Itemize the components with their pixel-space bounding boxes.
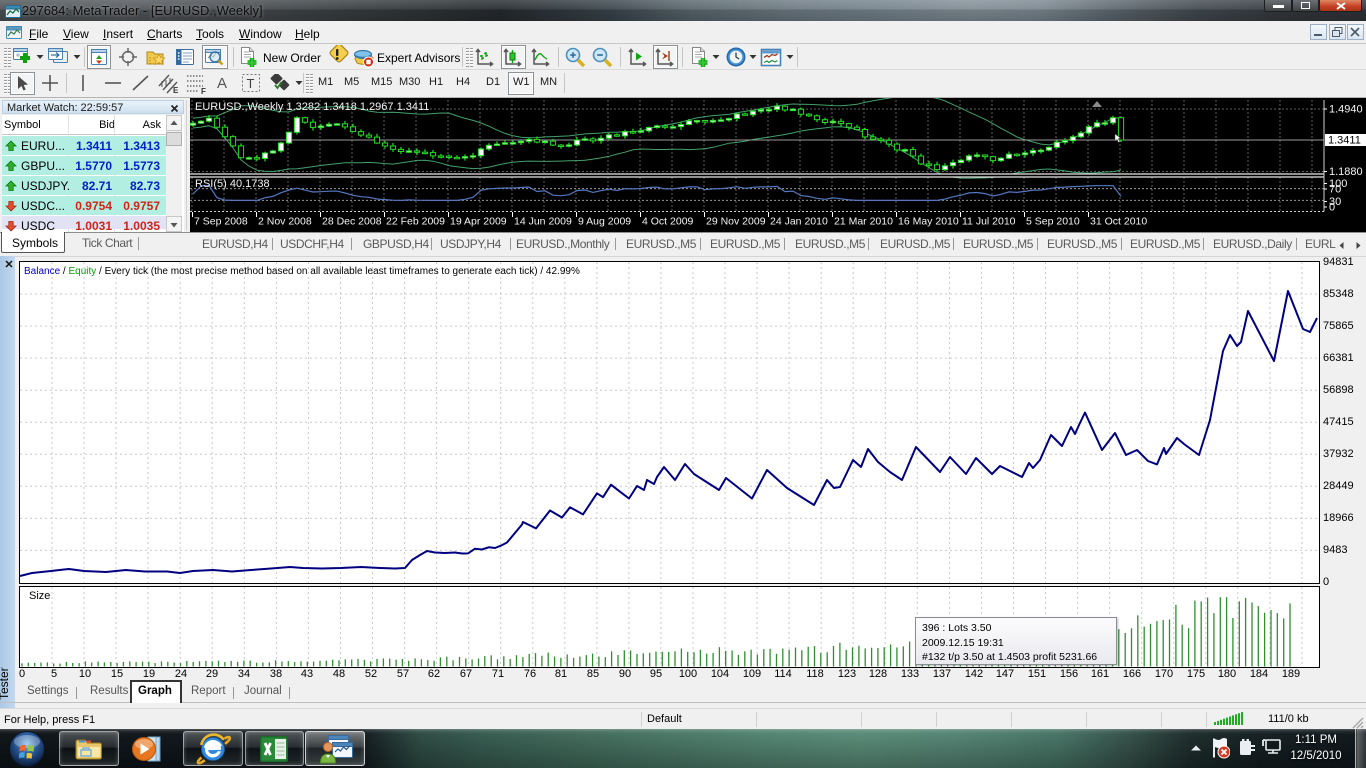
svg-text:14 Jun 2009: 14 Jun 2009 bbox=[514, 216, 572, 228]
svg-text:2 Nov 2008: 2 Nov 2008 bbox=[258, 216, 312, 228]
svg-text:16 May 2010: 16 May 2010 bbox=[898, 216, 959, 228]
svg-text:RSI(5) 40.1738: RSI(5) 40.1738 bbox=[195, 178, 270, 190]
svg-text:22 Feb 2009: 22 Feb 2009 bbox=[386, 216, 445, 228]
svg-text:70: 70 bbox=[1329, 184, 1341, 196]
svg-text:1.1880: 1.1880 bbox=[1329, 166, 1363, 178]
svg-text:5 Sep 2010: 5 Sep 2010 bbox=[1026, 216, 1080, 228]
svg-text:F: F bbox=[201, 87, 206, 94]
svg-text:31 Oct 2010: 31 Oct 2010 bbox=[1090, 216, 1147, 228]
svg-text:21 Mar 2010: 21 Mar 2010 bbox=[834, 216, 893, 228]
svg-text:1.3411: 1.3411 bbox=[1328, 135, 1361, 147]
svg-text:11 Jul 2010: 11 Jul 2010 bbox=[962, 216, 1016, 228]
svg-text:T: T bbox=[247, 76, 255, 91]
svg-text:1.4940: 1.4940 bbox=[1329, 104, 1363, 116]
svg-text:28 Dec 2008: 28 Dec 2008 bbox=[322, 216, 382, 228]
svg-text:E: E bbox=[173, 86, 179, 94]
svg-text:EURUSD.,Weekly 1.3282 1.3418: EURUSD.,Weekly 1.3282 1.3418 1.2967 1.34… bbox=[195, 101, 429, 113]
svg-text:4 Oct 2009: 4 Oct 2009 bbox=[642, 216, 694, 228]
svg-text:9 Aug 2009: 9 Aug 2009 bbox=[578, 216, 631, 228]
svg-text:0: 0 bbox=[1329, 202, 1335, 214]
svg-text:19 Apr 2009: 19 Apr 2009 bbox=[450, 216, 507, 228]
svg-text:24 Jan 2010: 24 Jan 2010 bbox=[770, 216, 828, 228]
svg-text:7 Sep 2008: 7 Sep 2008 bbox=[194, 216, 248, 228]
svg-text:29 Nov 2009: 29 Nov 2009 bbox=[706, 216, 766, 228]
